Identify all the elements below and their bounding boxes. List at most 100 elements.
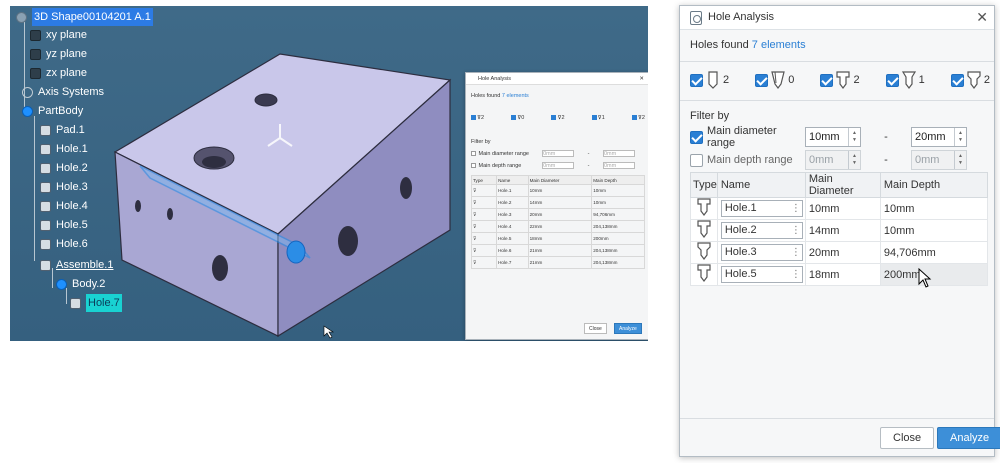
hole-icon bbox=[70, 297, 81, 309]
mini-cell-name[interactable]: Hole.6 bbox=[496, 244, 529, 257]
mini-diameter-range: Main diameter range 0mm - 0mm bbox=[471, 150, 635, 157]
mini-depth-max[interactable]: 0mm bbox=[602, 162, 635, 169]
tree-item-hole-2[interactable]: Hole.2 bbox=[40, 159, 88, 177]
diameter-min-input[interactable]: 10mm ▲ ▼ bbox=[805, 127, 861, 147]
mini-cell-name[interactable]: Hole.3 bbox=[496, 208, 529, 221]
tree-item-xy-plane[interactable]: xy plane bbox=[30, 26, 87, 44]
table-row[interactable]: ⊽ Hole.4 22mm 204,138mm bbox=[470, 220, 645, 233]
type-filter-counterdrilled[interactable]: 2 bbox=[950, 71, 990, 89]
table-row[interactable]: ⊽ Hole.5 18mm 200mm bbox=[470, 232, 645, 245]
tree-connector bbox=[34, 116, 35, 261]
mini-type-filter[interactable]: ⊽1 bbox=[591, 115, 605, 121]
mini-analyze-button[interactable]: Analyze bbox=[614, 323, 642, 334]
mini-type-filter[interactable]: ⊽2 bbox=[471, 115, 484, 121]
tree-item-hole-6[interactable]: Hole.6 bbox=[40, 235, 88, 253]
close-button[interactable]: Close bbox=[880, 427, 935, 449]
depth-min-input[interactable]: 0mm ▲ ▼ bbox=[805, 150, 861, 170]
mini-type-filter[interactable]: ⊽2 bbox=[551, 115, 565, 121]
tree-item-axis-systems[interactable]: Axis Systems bbox=[22, 83, 104, 101]
table-row[interactable]: ⊽ Hole.3 20mm 94,706mm bbox=[470, 208, 645, 221]
tree-item-partbody[interactable]: PartBody bbox=[22, 102, 83, 120]
mini-col-diameter[interactable]: Main Diameter bbox=[527, 175, 593, 185]
mini-col-name[interactable]: Name bbox=[496, 175, 529, 185]
tree-item-assemble-1[interactable]: Assemble.1 bbox=[40, 256, 113, 274]
mini-type-filter[interactable]: ⊽2 bbox=[631, 115, 645, 121]
col-header-type[interactable]: Type bbox=[690, 172, 718, 198]
tree-item-body-2[interactable]: Body.2 bbox=[56, 275, 105, 293]
tree-item-hole-7[interactable]: Hole.7 bbox=[70, 294, 122, 312]
mini-type-filter[interactable]: ⊽0 bbox=[511, 115, 524, 121]
diameter-max-input[interactable]: 20mm ▲ ▼ bbox=[911, 127, 967, 147]
checkbox[interactable] bbox=[471, 163, 476, 168]
mini-diameter-min[interactable]: 0mm bbox=[542, 150, 575, 157]
table-row[interactable]: Hole.3 ⋮ 20mm 94,706mm bbox=[690, 241, 989, 264]
tree-item-zx-plane[interactable]: zx plane bbox=[30, 64, 87, 82]
depth-range-checkbox[interactable] bbox=[690, 153, 703, 167]
diameter-range-checkbox[interactable] bbox=[690, 130, 703, 144]
more-icon[interactable]: ⋮ bbox=[791, 223, 801, 238]
more-icon[interactable]: ⋮ bbox=[791, 245, 801, 260]
table-row[interactable]: Hole.1 ⋮ 10mm 10mm bbox=[690, 197, 989, 220]
spin-arrows-icon[interactable]: ▲ ▼ bbox=[848, 151, 860, 169]
tree-item-pad-1[interactable]: Pad.1 bbox=[40, 121, 85, 139]
close-icon[interactable]: ✕ bbox=[639, 73, 644, 85]
table-row[interactable]: Hole.2 ⋮ 14mm 10mm bbox=[690, 219, 989, 242]
mini-cell-name[interactable]: Hole.2 bbox=[496, 196, 529, 209]
tree-root[interactable]: 3D Shape00104201 A.1 bbox=[16, 8, 153, 26]
more-icon[interactable]: ⋮ bbox=[791, 201, 801, 216]
mini-cell-diameter: 20mm bbox=[527, 208, 593, 221]
spin-arrows-icon[interactable]: ▲ ▼ bbox=[954, 128, 966, 146]
part-body-icon bbox=[22, 105, 33, 117]
hole-name-field[interactable]: Hole.1 ⋮ bbox=[720, 200, 803, 217]
col-header-depth[interactable]: Main Depth bbox=[879, 172, 989, 198]
mini-cell-name[interactable]: Hole.4 bbox=[496, 220, 529, 233]
spin-arrows-icon[interactable]: ▲ ▼ bbox=[848, 128, 860, 146]
checkbox[interactable] bbox=[820, 73, 834, 87]
hole-name-field[interactable]: Hole.5 ⋮ bbox=[720, 266, 803, 283]
tree-item-hole-1[interactable]: Hole.1 bbox=[40, 140, 88, 158]
table-row[interactable]: Hole.5 ⋮ 18mm 200mm bbox=[690, 263, 989, 286]
table-row[interactable]: ⊽ Hole.2 14mm 10mm bbox=[470, 196, 645, 209]
table-row[interactable]: ⊽ Hole.1 10mm 10mm bbox=[470, 184, 645, 197]
type-filter-tapered[interactable]: 0 bbox=[755, 71, 794, 89]
hole-name-field[interactable]: Hole.2 ⋮ bbox=[720, 222, 803, 239]
more-icon[interactable]: ⋮ bbox=[791, 267, 801, 282]
mini-col-depth[interactable]: Main Depth bbox=[591, 175, 645, 185]
mini-depth-min[interactable]: 0mm bbox=[542, 162, 575, 169]
dialog-titlebar[interactable]: Hole Analysis ✕ bbox=[680, 6, 994, 30]
checkbox[interactable] bbox=[950, 73, 964, 87]
table-row[interactable]: ⊽ Hole.7 21mm 204,138mm bbox=[470, 256, 645, 269]
mini-diameter-max[interactable]: 0mm bbox=[602, 150, 635, 157]
mini-cell-name[interactable]: Hole.7 bbox=[496, 256, 529, 269]
mini-cell-name[interactable]: Hole.1 bbox=[496, 184, 529, 197]
close-icon[interactable]: ✕ bbox=[976, 9, 988, 26]
checkbox[interactable] bbox=[551, 115, 557, 121]
checkbox[interactable] bbox=[471, 151, 476, 156]
mini-close-button[interactable]: Close bbox=[584, 323, 607, 334]
type-filter-simple[interactable]: 2 bbox=[690, 71, 729, 89]
holes-found-count[interactable]: 7 elements bbox=[752, 39, 806, 51]
checkbox[interactable] bbox=[631, 115, 637, 121]
spin-arrows-icon[interactable]: ▲ ▼ bbox=[954, 151, 966, 169]
table-row[interactable]: ⊽ Hole.6 21mm 204,138mm bbox=[470, 244, 645, 257]
mini-col-type[interactable]: Type bbox=[470, 175, 498, 185]
hole-name-field[interactable]: Hole.3 ⋮ bbox=[720, 244, 803, 261]
checkbox[interactable] bbox=[690, 73, 703, 87]
tree-item-yz-plane[interactable]: yz plane bbox=[30, 45, 87, 63]
depth-max-input[interactable]: 0mm ▲ ▼ bbox=[911, 150, 967, 170]
checkbox[interactable] bbox=[511, 115, 517, 121]
tree-item-hole-3[interactable]: Hole.3 bbox=[40, 178, 88, 196]
tree-item-hole-5[interactable]: Hole.5 bbox=[40, 216, 88, 234]
analyze-button[interactable]: Analyze bbox=[937, 427, 1000, 449]
tree-item-hole-4[interactable]: Hole.4 bbox=[40, 197, 88, 215]
col-header-diameter[interactable]: Main Diameter bbox=[804, 172, 881, 198]
checkbox[interactable] bbox=[755, 73, 769, 87]
3d-viewport[interactable]: 3D Shape00104201 A.1 xy plane yz plane z… bbox=[10, 6, 648, 341]
checkbox[interactable] bbox=[591, 115, 597, 121]
checkbox[interactable] bbox=[471, 115, 476, 121]
type-filter-countersunk[interactable]: 1 bbox=[885, 71, 925, 89]
type-filter-counterbored[interactable]: 2 bbox=[820, 71, 860, 89]
mini-cell-name[interactable]: Hole.5 bbox=[496, 232, 529, 245]
col-header-name[interactable]: Name bbox=[716, 172, 806, 198]
checkbox[interactable] bbox=[885, 73, 899, 87]
